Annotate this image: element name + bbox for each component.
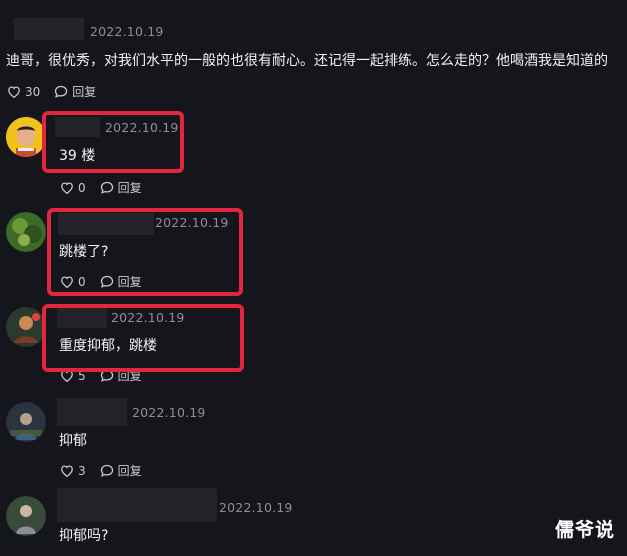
like-button[interactable]: 3 xyxy=(60,464,86,478)
avatar[interactable] xyxy=(6,307,46,347)
like-count: 3 xyxy=(78,463,86,478)
heart-icon xyxy=(61,182,73,194)
comment-actions: 30 回复 xyxy=(7,83,110,100)
like-count: 0 xyxy=(78,180,86,195)
reply-icon xyxy=(55,85,68,98)
reply-button[interactable]: 回复 xyxy=(100,462,142,479)
avatar[interactable] xyxy=(6,212,46,252)
comment-text: 抑郁 xyxy=(59,433,87,449)
reply-button[interactable]: 回复 xyxy=(54,83,96,100)
comment-date: 2022.10.19 xyxy=(90,24,164,39)
like-button[interactable]: 30 xyxy=(7,85,40,99)
reply-label: 回复 xyxy=(117,181,142,195)
reply-label: 回复 xyxy=(117,464,142,478)
avatar[interactable] xyxy=(6,117,46,157)
reply-icon xyxy=(100,464,113,477)
reply-button[interactable]: 回复 xyxy=(100,179,142,196)
avatar[interactable] xyxy=(6,496,46,536)
reply-icon xyxy=(100,181,113,194)
username-redacted xyxy=(14,18,84,40)
watermark: 儒爷说 xyxy=(554,519,615,541)
comment-text-overlay: 重度抑郁，跳楼 xyxy=(59,338,157,354)
comment-date: 2022.10.19 xyxy=(219,500,293,515)
comment-actions: 0 回复 xyxy=(60,179,156,196)
heart-icon xyxy=(8,86,20,98)
like-count: 30 xyxy=(25,84,41,99)
username-redacted xyxy=(57,398,127,426)
heart-icon xyxy=(61,465,73,477)
highlight-box xyxy=(42,111,184,173)
username-redacted xyxy=(57,488,217,522)
highlight-box xyxy=(47,208,243,296)
username-redacted xyxy=(57,308,107,328)
comment-text: 迪哥，很优秀，对我们水平的一般的也很有耐心。还记得一起排练。怎么走的？他喝酒我是… xyxy=(6,53,608,69)
comment-date: 2022.10.19 xyxy=(132,405,206,420)
comment-text: 抑郁吗? xyxy=(59,528,109,544)
comment-date-overlay: 2022.10.19 xyxy=(111,310,185,325)
like-button[interactable]: 0 xyxy=(60,181,86,195)
comment-actions: 3 回复 xyxy=(60,462,156,479)
avatar[interactable] xyxy=(6,402,46,442)
reply-label: 回复 xyxy=(72,85,97,99)
